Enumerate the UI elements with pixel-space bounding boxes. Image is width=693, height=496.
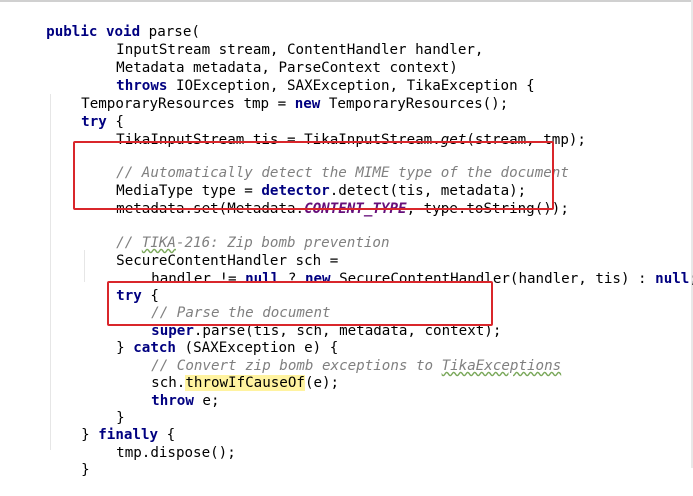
code-line-2: InputStream stream, ContentHandler handl…	[116, 42, 484, 58]
annotation-box-detect	[73, 141, 554, 210]
code-line-15: handler != null ? new SecureContentHandl…	[151, 271, 693, 287]
code-line-5: TemporaryResources tmp = new TemporaryRe…	[81, 96, 509, 112]
annotation-box-parse	[107, 281, 493, 326]
code-line-24: } finally {	[81, 427, 176, 443]
code-line-22: throw e;	[151, 393, 220, 409]
code-line-3: Metadata metadata, ParseContext context)	[116, 60, 458, 76]
editor-top-border	[0, 0, 693, 2]
code-line-7: TikaInputStream tis = TikaInputStream.ge…	[116, 132, 586, 148]
keyword: new	[294, 96, 321, 112]
code-line-1: public void parse(	[46, 24, 200, 40]
code-line-25: tmp.dispose();	[116, 445, 236, 461]
code-line-6: try {	[81, 114, 124, 130]
code-line-14: SecureContentHandler sch =	[116, 253, 339, 269]
code-line-21: sch.throwIfCauseOf(e);	[151, 375, 340, 391]
keyword: null	[655, 271, 690, 287]
code-line-26: }	[81, 462, 90, 478]
code-line-4: throws IOException, SAXException, TikaEx…	[116, 78, 535, 94]
code-line-20: // Convert zip bomb exceptions to TikaEx…	[117, 341, 561, 374]
code-line-27: }	[12, 462, 55, 468]
comment-spellcheck-word: TikaExceptions	[441, 358, 562, 374]
keyword: throw	[151, 393, 194, 409]
code-line-23: }	[116, 410, 125, 426]
code-line-13: // TIKA-216: Zip bomb prevention	[82, 218, 389, 251]
code-editor[interactable]: public void parse( InputStream stream, C…	[0, 0, 693, 478]
